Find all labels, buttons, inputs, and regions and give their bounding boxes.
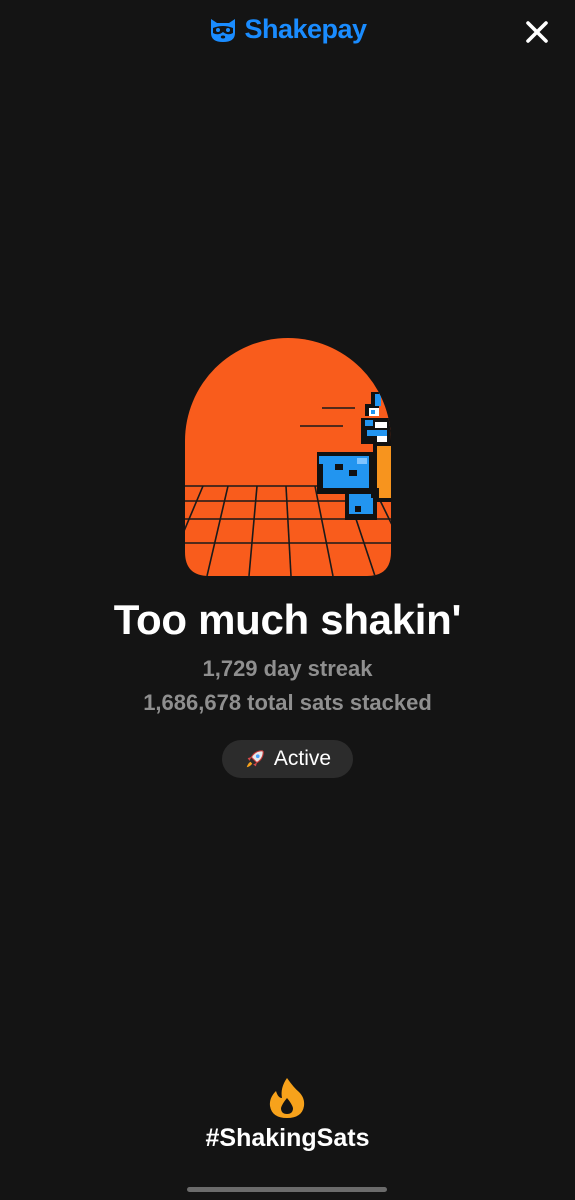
badge-title: Too much shakin' (113, 596, 462, 643)
badge-artwork (185, 338, 391, 576)
rocket-icon (246, 750, 264, 768)
close-icon[interactable] (525, 20, 549, 44)
sats-stacked-text: 1,686,678 total sats stacked (143, 690, 432, 715)
streak-text: 1,729 day streak (202, 656, 373, 681)
home-indicator[interactable] (187, 1187, 387, 1192)
status-badge: Active (222, 740, 353, 778)
status-label: Active (273, 747, 332, 770)
hashtag-link[interactable]: #ShakingSats (0, 1124, 575, 1153)
brand: Shakepay (0, 14, 575, 45)
raccoon-logo-icon (211, 18, 236, 42)
brand-name: Shakepay (244, 14, 367, 44)
app-header: Shakepay (0, 0, 575, 70)
flame-icon (269, 1078, 305, 1118)
